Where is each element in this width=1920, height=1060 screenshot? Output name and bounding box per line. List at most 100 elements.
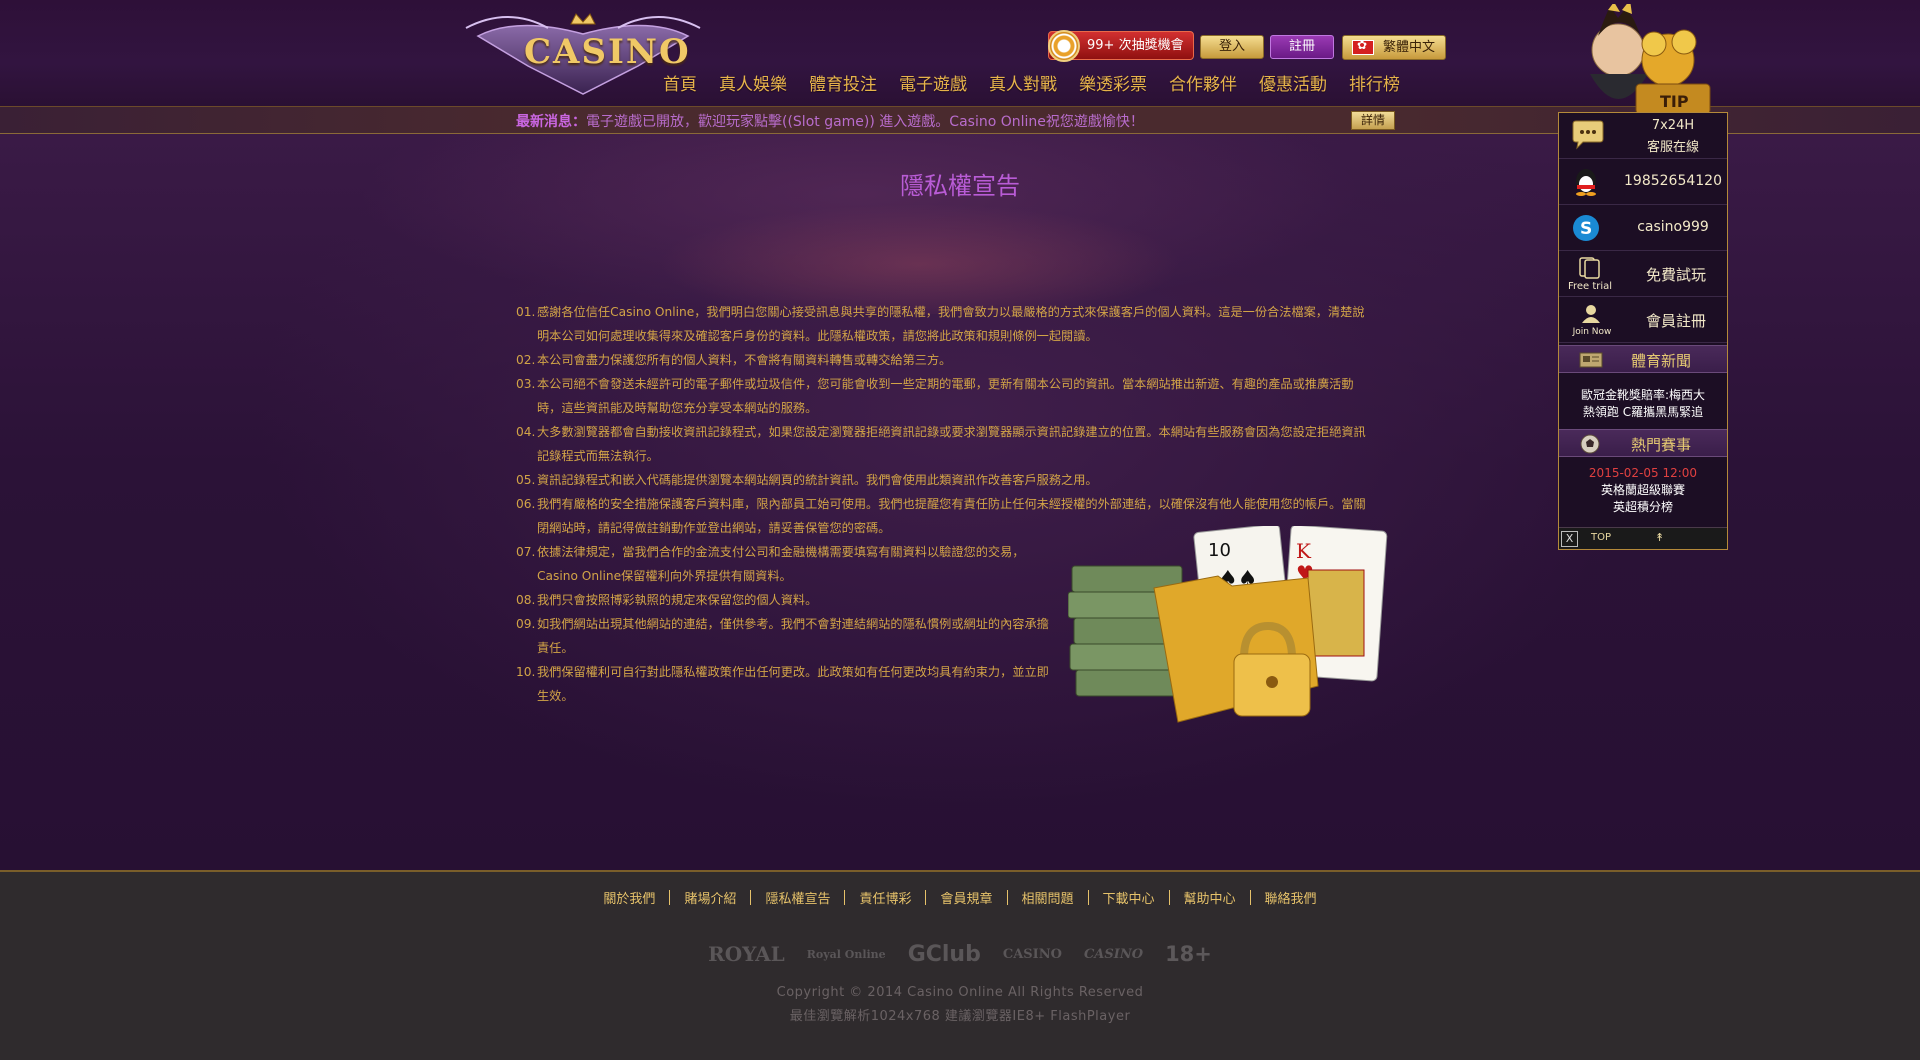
- news-details-button[interactable]: 詳情: [1351, 111, 1395, 130]
- hot-events-title: 熱門賽事: [1631, 436, 1692, 454]
- gclub-logo: GClub: [907, 941, 981, 967]
- list-item: 05. 資訊記錄程式和嵌入代碼能提供瀏覽本網站網頁的統計資訊。我們會使用此類資訊作…: [516, 468, 1368, 492]
- nav-item-lottery[interactable]: 樂透彩票: [1068, 70, 1158, 98]
- support-label: 客服在線: [1646, 140, 1699, 155]
- list-item: 03. 本公司絕不會發送未經許可的電子郵件或垃圾信件，您可能會收到一些定期的電郵，…: [516, 372, 1368, 420]
- event-date: 2015-02-05 12:00: [1588, 466, 1698, 480]
- footer-link-casino-intro[interactable]: 賭場介紹: [670, 888, 750, 907]
- svg-text:10: 10: [1208, 540, 1231, 561]
- item-text: 資訊記錄程式和嵌入代碼能提供瀏覽本網站網頁的統計資訊。我們會使用此類資訊作改善客…: [537, 473, 1098, 487]
- event-league: 英格蘭超級聯賽: [1600, 483, 1685, 497]
- sidebar-item-join[interactable]: Join Now 會員註冊: [1559, 297, 1727, 343]
- hot-event-item[interactable]: 2015-02-05 12:00 英格蘭超級聯賽 英超積分榜: [1559, 465, 1727, 516]
- footer-links: 關於我們 賭場介紹 隱私權宣告 責任博彩 會員規章 相關問題 下載中心 幫助中心…: [0, 888, 1920, 907]
- qq-number: 19852654120: [1624, 173, 1722, 189]
- news-ticker[interactable]: 最新消息：電子遊戲已開放，歡迎玩家點擊((Slot game)) 進入遊戲。Ca…: [516, 111, 1144, 131]
- sports-news-line: 熱領跑 C羅攜黑馬緊追: [1582, 405, 1704, 419]
- join-label: 會員註冊: [1645, 312, 1706, 330]
- nav-item-leaderboard[interactable]: 排行榜: [1338, 70, 1411, 98]
- event-description: 英超積分榜: [1612, 500, 1673, 514]
- nav-item-promotions[interactable]: 優惠活動: [1248, 70, 1338, 98]
- nav-item-live-casino[interactable]: 真人娛樂: [708, 70, 798, 98]
- item-number: 09.: [516, 617, 536, 631]
- casino-banner-image: [360, 134, 1360, 314]
- arrow-up-icon[interactable]: ↟: [1655, 531, 1664, 544]
- item-text: 我們保留權利可自行對此隱私權政策作出任何更改。此政策如有任何更改均具有約束力，並…: [537, 665, 1049, 703]
- tip-mascot-icon[interactable]: TIP: [1568, 4, 1718, 114]
- newspaper-icon: [1579, 352, 1603, 368]
- footer-link-member-rules[interactable]: 會員規章: [926, 888, 1006, 907]
- casino-crest-logo: CASINO: [1002, 946, 1062, 962]
- nav-item-home[interactable]: 首頁: [652, 70, 708, 98]
- footer-link-faq[interactable]: 相關問題: [1008, 888, 1088, 907]
- news-text: 電子遊戲已開放，歡迎玩家點擊((Slot game)) 進入遊戲。Casino …: [586, 114, 1144, 130]
- register-button[interactable]: 註冊: [1270, 35, 1334, 59]
- sports-news-title: 體育新聞: [1631, 352, 1692, 370]
- item-text: 大多數瀏覽器都會自動接收資訊記錄程式，如果您設定瀏覽器拒絕資訊記錄或要求瀏覽器顯…: [537, 425, 1366, 463]
- footer-link-about[interactable]: 關於我們: [589, 888, 669, 907]
- item-text: 如我們網站出現其他網站的連結，僅供參考。我們不會對連結網站的隱私慣例或網址的內容…: [537, 617, 1049, 655]
- close-icon[interactable]: X: [1561, 531, 1578, 547]
- list-item: 07. 依據法律規定，當我們合作的金流支付公司和金融機構需要填寫有關資料以驗證您的…: [516, 540, 1061, 588]
- list-item: 10. 我們保留權利可自行對此隱私權政策作出任何更改。此政策如有任何更改均具有約束…: [516, 660, 1061, 708]
- sidebar-item-free-trial[interactable]: Free trial 免費試玩: [1559, 251, 1727, 297]
- main-nav: 首頁 真人娛樂 體育投注 電子遊戲 真人對戰 樂透彩票 合作夥伴 優惠活動 排行…: [652, 70, 1411, 98]
- casino-wing-logo: CASINO: [1083, 946, 1144, 962]
- sidebar-item-qq[interactable]: 19852654120: [1559, 159, 1727, 205]
- sports-news-headline[interactable]: 歐冠金靴獎賠率:梅西大 熱領跑 C羅攜黑馬緊追: [1559, 387, 1727, 421]
- sports-news-line: 歐冠金靴獎賠率:梅西大: [1580, 388, 1706, 402]
- sidebar-item-skype[interactable]: S casino999: [1559, 205, 1727, 251]
- sports-news-header[interactable]: 體育新聞: [1559, 345, 1727, 373]
- footer-link-help[interactable]: 幫助中心: [1170, 888, 1250, 907]
- back-to-top-link[interactable]: TOP: [1591, 532, 1611, 543]
- item-text: 本公司會盡力保護您所有的個人資料，不會將有關資料轉售或轉交給第三方。: [537, 353, 952, 367]
- privacy-illustration: 10 ♠♠ K ♥: [1068, 526, 1388, 723]
- login-button[interactable]: 登入: [1200, 35, 1264, 59]
- item-text: 感謝各位信任Casino Online，我們明白您關心接受訊息與共享的隱私權，我…: [537, 305, 1365, 343]
- join-now-caption: Join Now: [1572, 327, 1612, 337]
- list-item: 08. 我們只會按照博彩執照的規定來保留您的個人資料。: [516, 588, 1061, 612]
- nav-item-live-battle[interactable]: 真人對戰: [978, 70, 1068, 98]
- logo-text: CASINO: [524, 32, 691, 72]
- svg-text:K: K: [1296, 539, 1312, 563]
- nav-item-partners[interactable]: 合作夥伴: [1158, 70, 1248, 98]
- hot-events-header[interactable]: 熱門賽事: [1559, 429, 1727, 457]
- skype-id: casino999: [1637, 219, 1709, 235]
- card-icon: [1579, 257, 1600, 279]
- svg-text:S: S: [1580, 219, 1592, 239]
- list-item: 04. 大多數瀏覽器都會自動接收資訊記錄程式，如果您設定瀏覽器拒絕資訊記錄或要求瀏…: [516, 420, 1368, 468]
- sidebar-item-support[interactable]: 7x24H 客服在線: [1559, 113, 1727, 159]
- footer-link-privacy[interactable]: 隱私權宣告: [751, 888, 844, 907]
- royal-online-logo: Royal Online: [806, 947, 886, 961]
- item-number: 03.: [516, 377, 536, 391]
- nav-item-slots[interactable]: 電子遊戲: [888, 70, 978, 98]
- list-item: 09. 如我們網站出現其他網站的連結，僅供參考。我們不會對連結網站的隱私慣例或網址…: [516, 612, 1061, 660]
- item-number: 04.: [516, 425, 536, 439]
- item-number: 06.: [516, 497, 536, 511]
- nav-item-sports[interactable]: 體育投注: [798, 70, 888, 98]
- item-number: 07.: [516, 545, 536, 559]
- chat-bubble-icon: [1572, 120, 1604, 150]
- copyright-text: Copyright © 2014 Casino Online All Right…: [776, 985, 1144, 1000]
- soccer-ball-icon: [1580, 434, 1600, 454]
- footer-link-download[interactable]: 下載中心: [1089, 888, 1169, 907]
- item-number: 08.: [516, 593, 536, 607]
- user-join-icon: [1582, 305, 1600, 323]
- tip-label: TIP: [1660, 92, 1689, 111]
- item-number: 05.: [516, 473, 536, 487]
- skype-icon: S: [1573, 215, 1599, 241]
- qq-penguin-icon: [1576, 169, 1596, 196]
- footer-link-contact[interactable]: 聯絡我們: [1251, 888, 1331, 907]
- browser-recommendation-text: 最佳瀏覽解析1024x768 建議瀏覽器IE8+ FlashPlayer: [789, 1009, 1131, 1024]
- list-item: 02. 本公司會盡力保護您所有的個人資料，不會將有關資料轉售或轉交給第三方。: [516, 348, 1368, 372]
- item-number: 02.: [516, 353, 536, 367]
- news-label: 最新消息：: [516, 114, 586, 130]
- hong-kong-flag-icon: [1352, 38, 1374, 55]
- sidebar-footer: X TOP ↟: [1559, 527, 1727, 549]
- floating-sidebar: 7x24H 客服在線 19852654120 S casino999 Free …: [1558, 112, 1728, 550]
- footer-link-responsible-gaming[interactable]: 責任博彩: [845, 888, 925, 907]
- free-trial-caption: Free trial: [1567, 281, 1613, 292]
- item-text: 本公司絕不會發送未經許可的電子郵件或垃圾信件，您可能會收到一些定期的電郵，更新有…: [537, 377, 1354, 415]
- age-restriction-badge: 18+: [1165, 942, 1212, 966]
- partner-logos: ROYAL Royal Online GClub CASINO CASINO 1…: [0, 934, 1920, 974]
